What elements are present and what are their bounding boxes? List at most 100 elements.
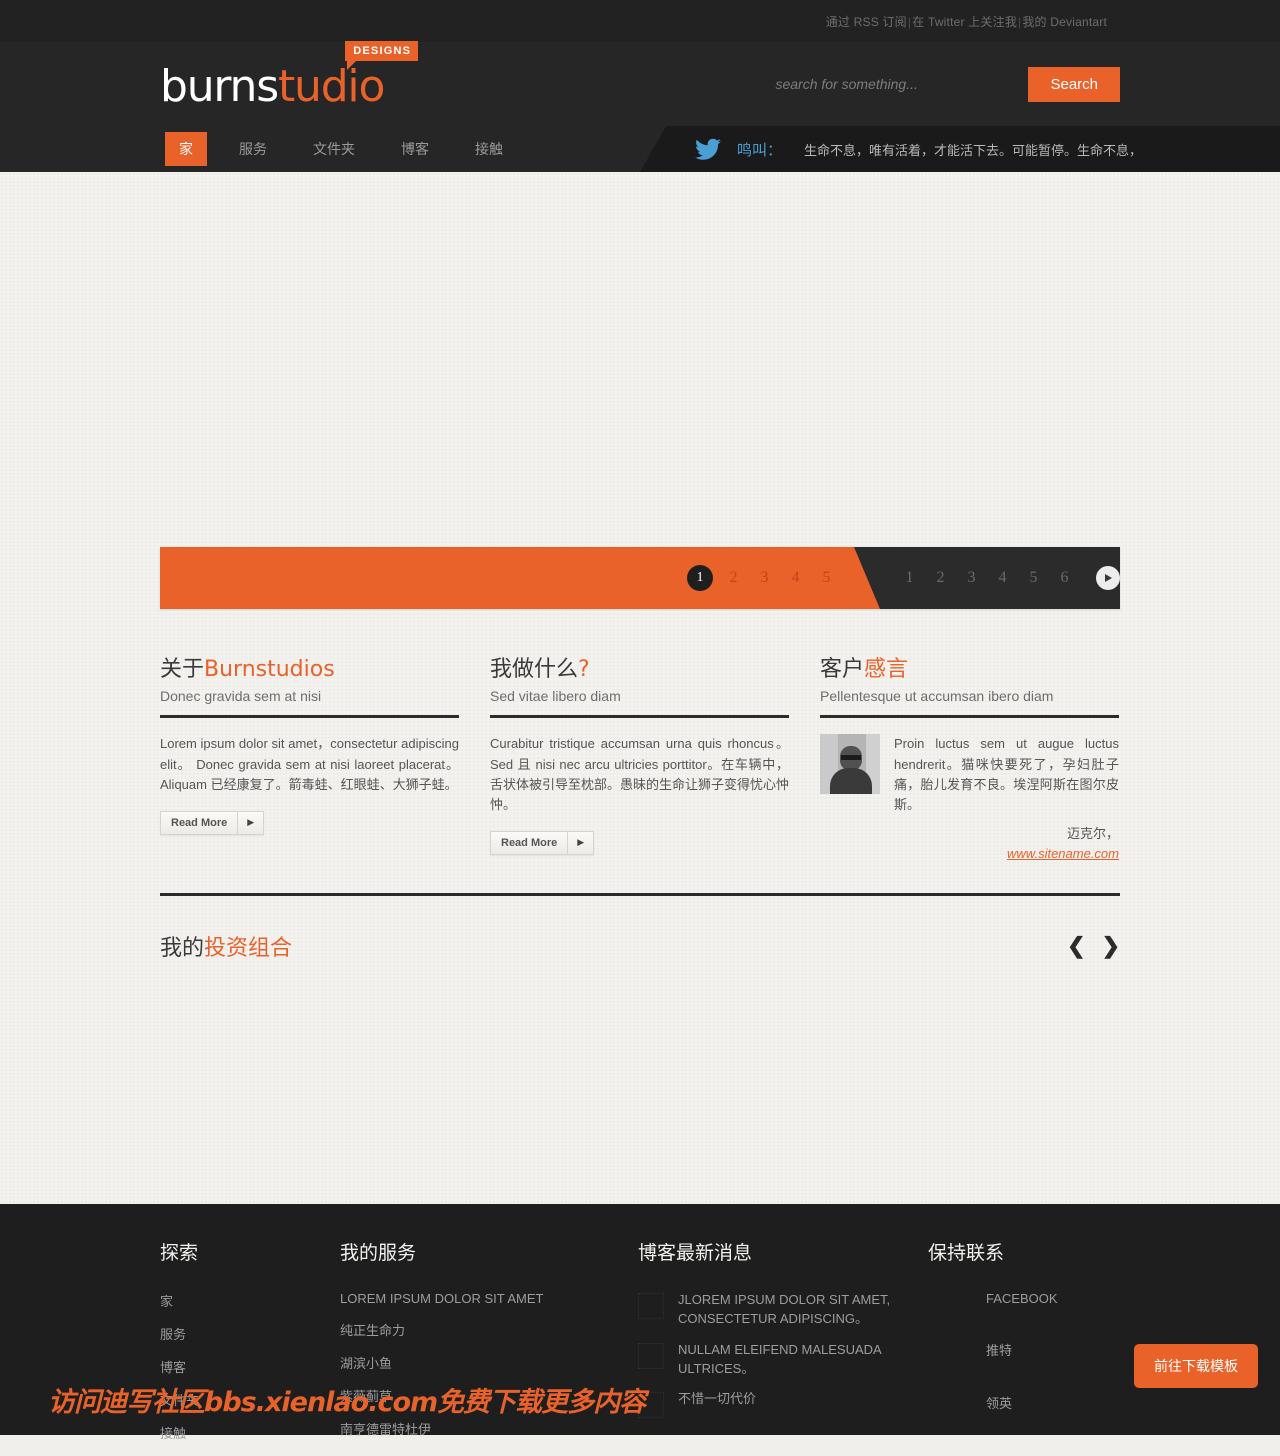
- arrow-right-icon: ▶: [567, 831, 593, 854]
- topbar-links: 通过 RSS 订阅|在 Twitter 上关注我|我的 Deviantart: [826, 13, 1107, 30]
- site-logo[interactable]: burnstudio DESIGNS: [160, 41, 419, 112]
- footer-explore-link-2[interactable]: 服务: [160, 1324, 340, 1343]
- services-body-text: Curabitur tristique accumsan urna quis r…: [490, 736, 790, 812]
- testimonial-column: 客户感言 Pellentesque ut accumsan ibero diam…: [820, 657, 1119, 861]
- testimonial-subtitle: Pellentesque ut accumsan ibero diam: [820, 688, 1054, 705]
- portfolio-nav-arrows: ❮ ❯: [1067, 933, 1120, 959]
- footer-explore-link-1[interactable]: 家: [160, 1291, 340, 1310]
- testimonial-title-accent: 感言: [864, 657, 909, 682]
- site-footer: 探索 家 服务 博客 文件夹 接触 我的服务 LOREM IPSUM DOLOR…: [0, 1204, 1280, 1441]
- list-item[interactable]: NULLAM ELEIFEND MALESUADA ULTRICES。: [638, 1341, 928, 1379]
- footer-facebook-link[interactable]: FACEBOOK: [928, 1291, 1120, 1306]
- footer-services-link-1[interactable]: LOREM IPSUM DOLOR SIT AMET: [340, 1291, 638, 1306]
- logo-primary-text: burns: [160, 61, 279, 112]
- portfolio-title: 我的投资组合: [160, 930, 292, 962]
- twitter-tweet-text: 生命不息，唯有活着，才能活下去。可能暂停。生命不息，: [804, 142, 1143, 158]
- footer-services-column: 我的服务 LOREM IPSUM DOLOR SIT AMET 纯正生命力 湖滨…: [340, 1238, 638, 1456]
- slider-dot-5[interactable]: 5: [811, 569, 842, 587]
- footer-contact-title: 保持联系: [928, 1242, 1005, 1264]
- portfolio-title-accent: 投资组合: [204, 935, 293, 961]
- slider-thumb-dot-4[interactable]: 4: [987, 569, 1018, 587]
- footer-contact-column: 保持联系 FACEBOOK 推特 领英: [928, 1238, 1120, 1456]
- services-subtitle: Sed vitae libero diam: [490, 688, 621, 705]
- logo-accent-text: tudio: [277, 61, 385, 112]
- calendar-icon: [638, 1293, 664, 1319]
- rss-subscribe-link[interactable]: 通过 RSS 订阅: [826, 15, 907, 29]
- services-title: 我做什么?: [490, 657, 789, 683]
- search-input[interactable]: [775, 76, 981, 92]
- list-item[interactable]: JLOREM IPSUM DOLOR SIT AMET, CONSECTETUR…: [638, 1291, 928, 1329]
- nav-item-blog[interactable]: 博客: [387, 132, 443, 166]
- logo-designs-badge: DESIGNS: [345, 41, 419, 70]
- avatar: [820, 734, 880, 795]
- site-header: burnstudio DESIGNS Search: [0, 41, 1280, 126]
- about-subtitle: Donec gravida sem at nisi: [160, 688, 322, 705]
- topbar-separator-2: |: [1018, 14, 1022, 29]
- footer-blog-item-2: NULLAM ELEIFEND MALESUADA ULTRICES。: [678, 1341, 882, 1376]
- footer-twitter-link[interactable]: 推特: [928, 1340, 1120, 1359]
- services-title-dark: 我做什么: [490, 657, 579, 682]
- portfolio-header: 我的投资组合 ❮ ❯: [160, 896, 1120, 962]
- topbar-separator-1: |: [907, 14, 912, 29]
- search-button[interactable]: Search: [1028, 66, 1120, 102]
- slider-dot-2[interactable]: 2: [718, 569, 749, 587]
- testimonial-title-dark: 客户: [820, 657, 865, 682]
- testimonial-title: 客户感言: [820, 657, 1119, 683]
- footer-services-link-2[interactable]: 纯正生命力: [340, 1320, 638, 1339]
- nav-item-portfolio[interactable]: 文件夹: [299, 132, 369, 166]
- slider-thumb-dot-2[interactable]: 2: [925, 569, 956, 587]
- nav-item-services[interactable]: 服务: [225, 132, 281, 166]
- about-read-more-button[interactable]: Read More ▶: [160, 810, 265, 835]
- footer-blog-title: 博客最新消息: [638, 1242, 753, 1264]
- calendar-icon: [638, 1342, 664, 1369]
- testimonial-body-text: Proin luctus sem ut augue luctus hendrer…: [894, 736, 1119, 812]
- slider-thumb-dot-5[interactable]: 5: [1018, 569, 1049, 587]
- main-navigation-strip: 家 服务 文件夹 博客 接触 鸣叫： 生命不息，唯有活着，才能活下去。可能暂停。…: [0, 126, 1280, 172]
- footer-services-link-3[interactable]: 湖滨小鱼: [340, 1353, 638, 1372]
- twitter-follow-link[interactable]: 在 Twitter 上关注我: [912, 15, 1017, 29]
- footer-linkedin-link[interactable]: 领英: [928, 1393, 1120, 1412]
- slider-thumb-dot-6[interactable]: 6: [1049, 569, 1080, 587]
- slider-orange-panel: 1 2 3 4 5: [160, 547, 880, 609]
- play-icon[interactable]: [1096, 566, 1120, 590]
- arrow-right-icon: ▶: [237, 811, 263, 834]
- twitter-label: 鸣叫：: [737, 141, 783, 159]
- slider-dot-4[interactable]: 4: [780, 569, 811, 587]
- testimonial-author: 迈克尔，: [1066, 825, 1119, 841]
- about-divider: [160, 715, 459, 719]
- slider-dot-1[interactable]: 1: [687, 565, 713, 591]
- about-read-more-label: Read More: [171, 816, 228, 829]
- chevron-right-icon[interactable]: ❯: [1102, 933, 1120, 959]
- nav-item-home[interactable]: 家: [165, 132, 207, 166]
- intro-columns: 关于Burnstudios Donec gravida sem at nisi …: [160, 609, 1120, 861]
- about-title-accent: Burnstudios: [204, 657, 335, 682]
- services-divider: [490, 715, 789, 719]
- list-item[interactable]: 不惜一切代价: [638, 1390, 928, 1419]
- services-read-more-label: Read More: [501, 836, 558, 849]
- slider-thumb-dot-1[interactable]: 1: [894, 569, 925, 587]
- chevron-left-icon[interactable]: ❮: [1067, 933, 1085, 959]
- testimonial-website-link[interactable]: www.sitename.com: [820, 846, 1119, 861]
- twitter-bird-icon: [695, 138, 723, 160]
- services-title-accent: ?: [578, 657, 590, 682]
- page-body: 1 2 3 4 5 1 2 3 4 5 6 关于Burnstudios Done…: [0, 172, 1280, 1204]
- slider-thumb-dot-3[interactable]: 3: [956, 569, 987, 587]
- slider-pagination-bar: 1 2 3 4 5 1 2 3 4 5 6: [160, 547, 1120, 609]
- footer-explore-link-3[interactable]: 博客: [160, 1357, 340, 1376]
- nav-item-contact[interactable]: 接触: [461, 132, 517, 166]
- slider-dot-3[interactable]: 3: [749, 569, 780, 587]
- top-utility-bar: 通过 RSS 订阅|在 Twitter 上关注我|我的 Deviantart: [0, 0, 1280, 42]
- testimonial-divider: [820, 715, 1119, 719]
- nav-links-container: 家 服务 文件夹 博客 接触: [0, 126, 666, 172]
- slider-section: 1 2 3 4 5 1 2 3 4 5 6: [160, 172, 1120, 609]
- search-area: Search: [775, 66, 1120, 102]
- download-template-button[interactable]: 前往下载模板: [1134, 1344, 1258, 1388]
- portfolio-title-dark: 我的: [160, 935, 205, 961]
- footer-explore-link-5[interactable]: 接触: [160, 1423, 340, 1442]
- footer-services-link-5[interactable]: 南亨德雷特杜伊: [340, 1419, 638, 1438]
- footer-blog-item-1: JLOREM IPSUM DOLOR SIT AMET, CONSECTETUR…: [678, 1292, 891, 1326]
- footer-blog-column: 博客最新消息 JLOREM IPSUM DOLOR SIT AMET, CONS…: [638, 1238, 928, 1456]
- deviantart-link[interactable]: 我的 Deviantart: [1022, 15, 1107, 29]
- about-title-dark: 关于: [160, 657, 205, 682]
- services-read-more-button[interactable]: Read More ▶: [490, 830, 595, 855]
